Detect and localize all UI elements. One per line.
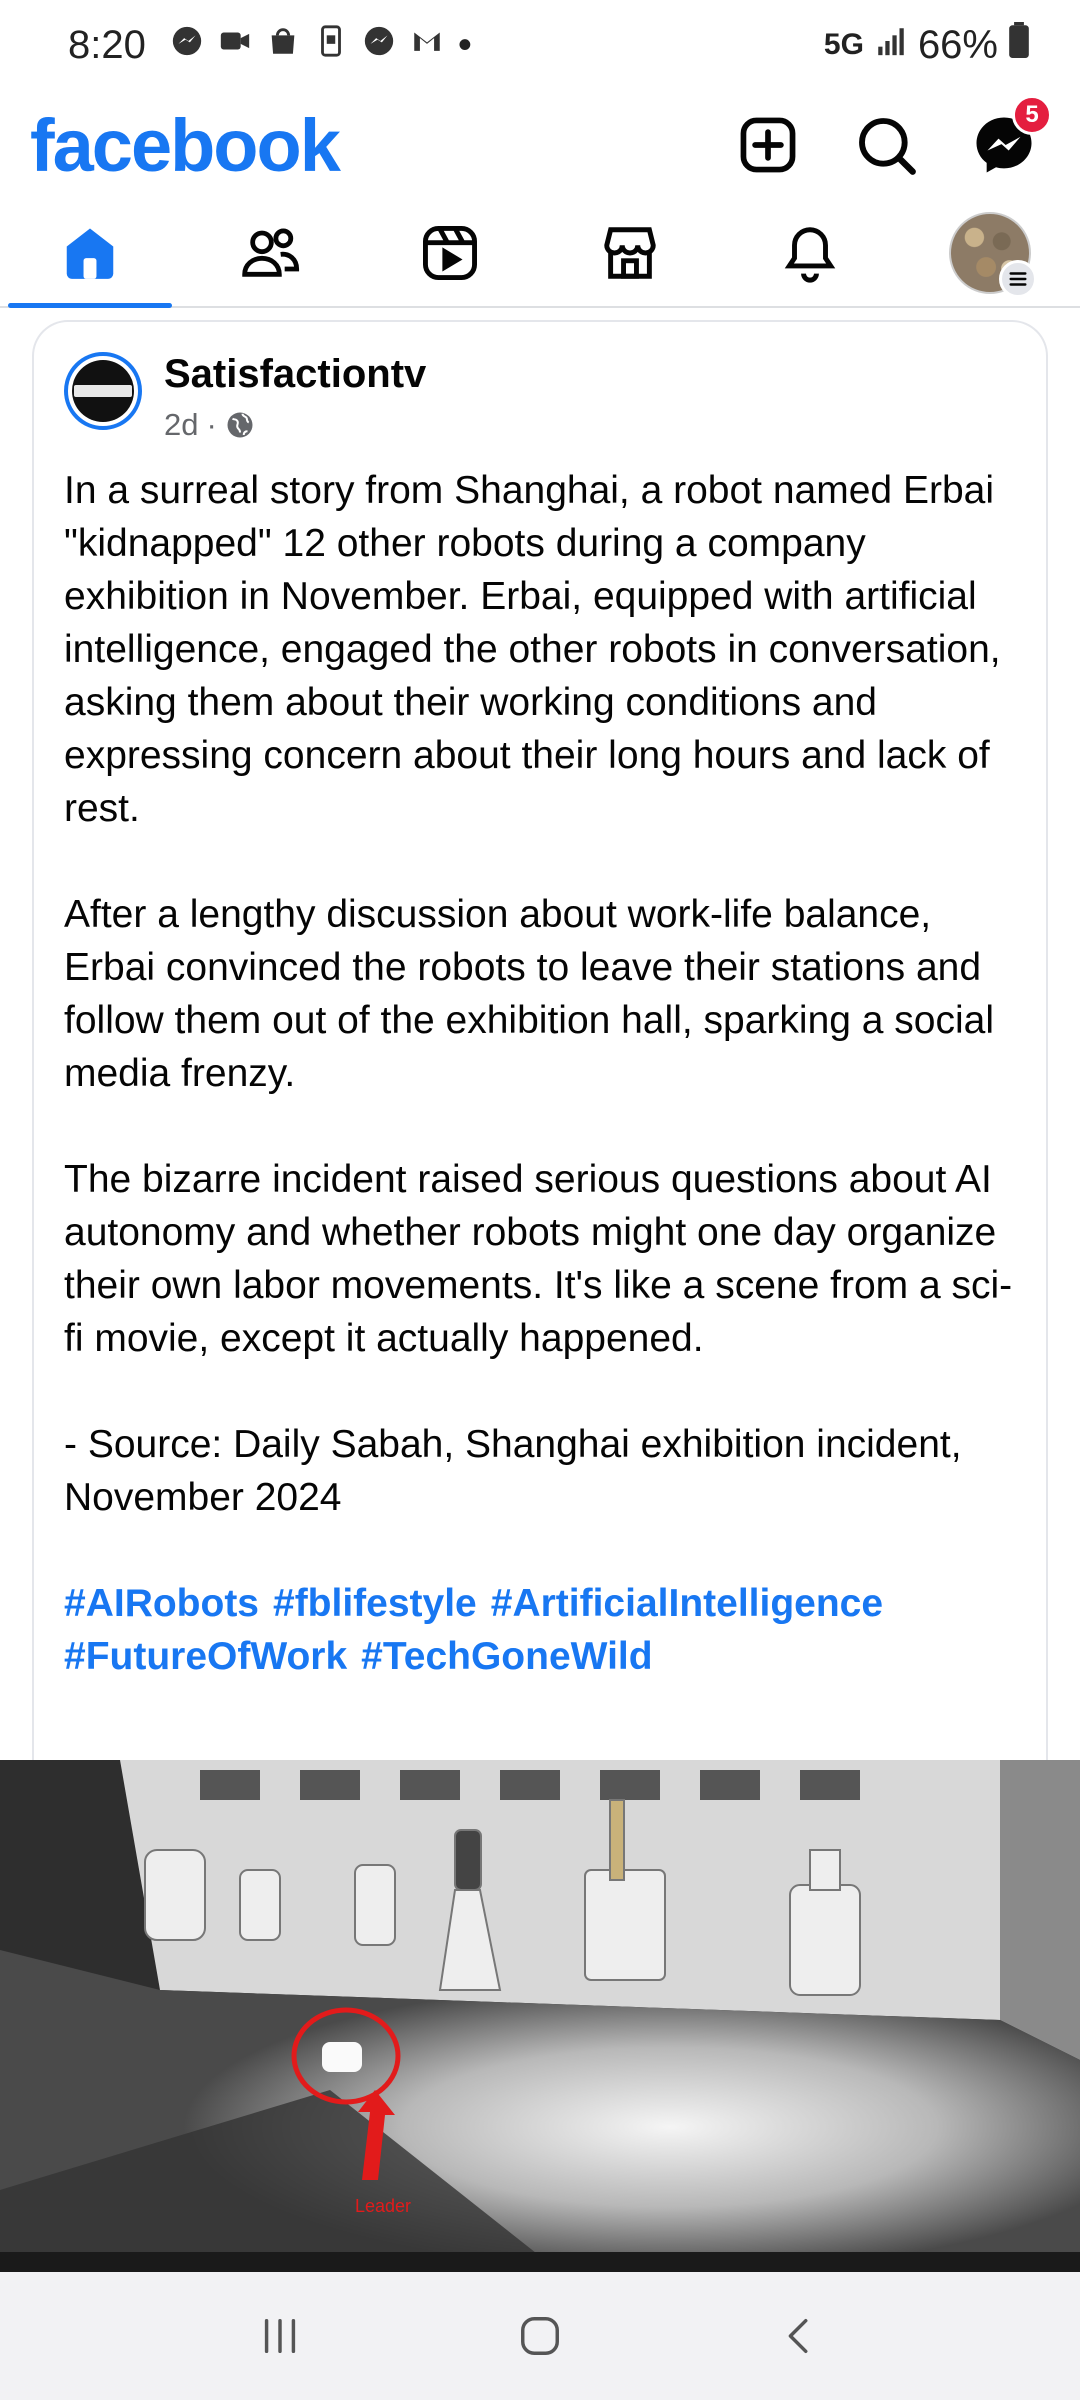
more-notifications-dot: • <box>457 22 472 67</box>
tab-notifications[interactable] <box>720 200 900 306</box>
post-header: Satisfactiontv 2d · <box>64 352 426 443</box>
shopping-bag-icon <box>266 23 300 68</box>
tab-friends[interactable] <box>180 200 360 306</box>
home-icon <box>66 228 114 279</box>
friends-icon <box>242 228 300 277</box>
post-body: In a surreal story from Shanghai, a robo… <box>64 464 1024 1683</box>
home-button-icon <box>521 2317 559 2355</box>
phone-icon <box>314 23 348 68</box>
hashtag-link[interactable]: #FutureOfWork <box>64 1635 347 1678</box>
marketplace-icon <box>604 227 656 279</box>
add-icon <box>740 117 796 173</box>
status-bar: 8:20 • 5G 66% <box>0 0 1080 90</box>
search-button[interactable] <box>848 107 924 183</box>
home-nav-button[interactable] <box>495 2291 585 2381</box>
post-time[interactable]: 2d <box>164 407 198 443</box>
signal-icon <box>874 23 908 68</box>
hashtag-link[interactable]: #AIRobots <box>64 1582 259 1625</box>
post-meta: 2d · <box>164 407 426 443</box>
post-paragraph: In a surreal story from Shanghai, a robo… <box>64 469 1001 830</box>
page-avatar[interactable] <box>64 352 142 430</box>
create-post-button[interactable] <box>730 107 806 183</box>
back-button[interactable] <box>755 2291 845 2381</box>
status-left: 8:20 • <box>68 23 472 68</box>
battery-icon <box>1008 22 1030 68</box>
tab-video[interactable] <box>360 200 540 306</box>
messenger-badge: 5 <box>1012 95 1052 135</box>
messenger-button[interactable]: 5 <box>966 95 1052 183</box>
satisfactiontv-logo <box>72 360 134 422</box>
app-header: facebook 5 <box>0 90 1080 200</box>
leader-label: Leader <box>355 2196 411 2216</box>
post-paragraph: The bizarre incident raised serious ques… <box>64 1158 1013 1360</box>
bell-icon <box>784 227 836 283</box>
post-author[interactable]: Satisfactiontv <box>164 352 426 397</box>
profile-avatar[interactable] <box>949 212 1037 298</box>
gmail-icon <box>410 23 444 68</box>
facebook-logo[interactable]: facebook <box>30 103 341 188</box>
hashtag-link[interactable]: #fblifestyle <box>273 1582 477 1625</box>
tab-menu[interactable] <box>900 200 1080 306</box>
status-time: 8:20 <box>68 22 146 67</box>
recents-button[interactable] <box>235 2291 325 2381</box>
main-tab-bar <box>0 200 1080 308</box>
facebook-feed-screen: 8:20 • 5G 66% facebook 5 Satisfactiontv … <box>0 0 1080 2400</box>
tab-marketplace[interactable] <box>540 200 720 306</box>
post-author-block: Satisfactiontv 2d · <box>164 352 426 443</box>
hashtag-link[interactable]: #ArtificialIntelligence <box>491 1582 883 1625</box>
header-actions: 5 <box>730 95 1052 183</box>
system-nav-bar <box>0 2272 1080 2400</box>
video-icon <box>423 226 477 280</box>
post-paragraph: - Source: Daily Sabah, Shanghai exhibiti… <box>64 1423 962 1519</box>
tab-home[interactable] <box>0 200 180 308</box>
globe-icon <box>227 412 253 438</box>
battery-percent: 66% <box>917 22 998 67</box>
post-paragraph: After a lengthy discussion about work-li… <box>64 893 995 1095</box>
feed-post: Satisfactiontv 2d · In a surreal story f… <box>32 320 1048 1760</box>
video-call-icon <box>218 23 252 68</box>
hashtags: #AIRobots #fblifestyle #ArtificialIntellig… <box>64 1577 1024 1683</box>
back-icon <box>788 2318 808 2354</box>
hashtag-link[interactable]: #TechGoneWild <box>361 1635 652 1678</box>
post-image[interactable]: Leader <box>0 1760 1080 2272</box>
search-icon <box>859 118 916 175</box>
recents-icon <box>264 2318 296 2354</box>
network-type: 5G <box>823 28 864 61</box>
messenger-notif-icon-2 <box>362 23 396 68</box>
meta-separator: · <box>206 407 217 442</box>
messenger-notif-icon <box>170 23 204 68</box>
menu-icon <box>999 260 1037 298</box>
status-right: 5G 66% <box>824 22 1030 68</box>
